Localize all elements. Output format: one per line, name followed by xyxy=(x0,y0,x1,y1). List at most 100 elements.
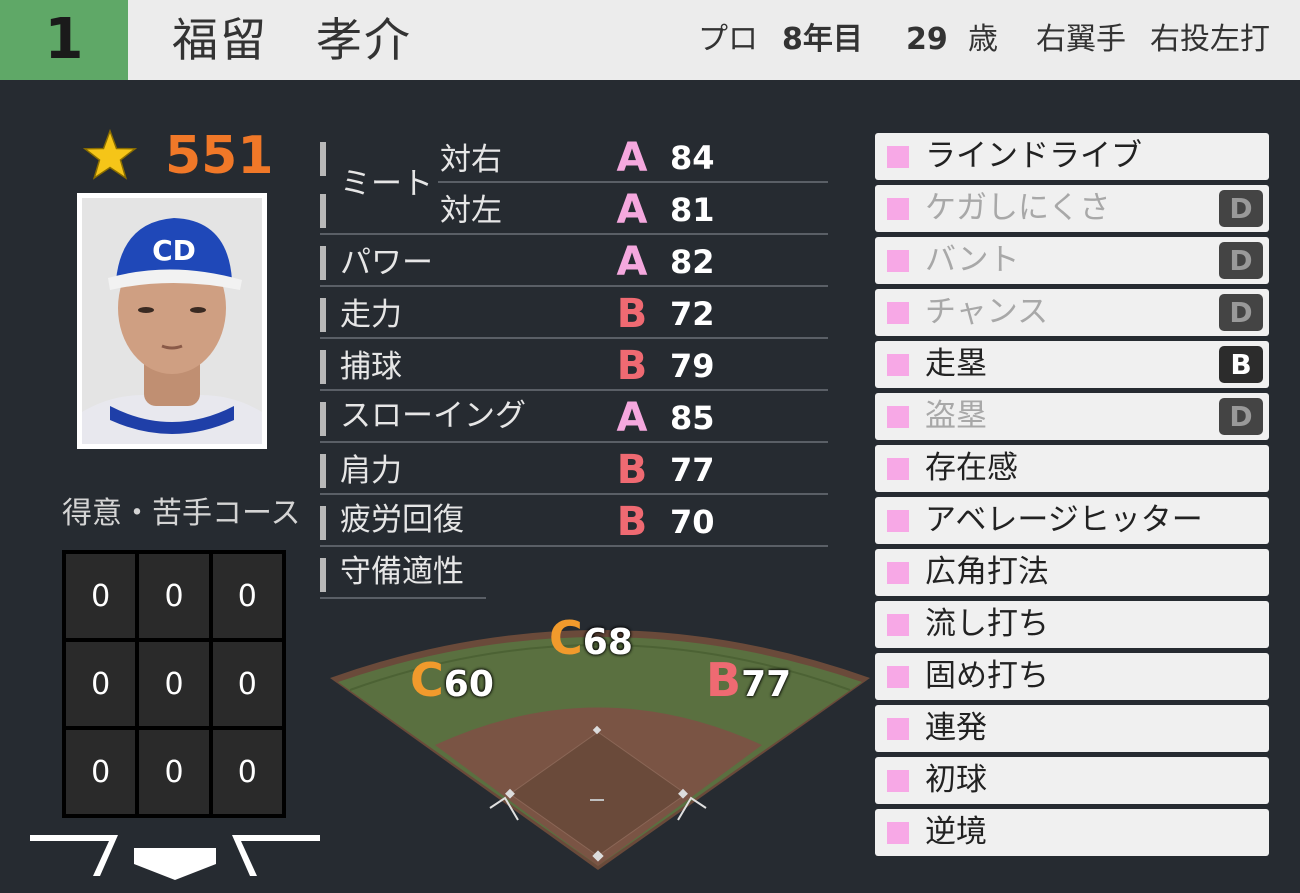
ability-item[interactable]: バント D xyxy=(875,237,1269,284)
ability-name: 走塁 xyxy=(925,346,987,382)
ability-name: 逆境 xyxy=(925,814,987,850)
recovery-label: 疲労回復 xyxy=(340,502,464,538)
stat-marker xyxy=(320,454,326,488)
stat-marker xyxy=(320,558,326,592)
stat-marker xyxy=(320,194,326,228)
pro-years: 8年目 xyxy=(782,22,863,57)
course-cell: 0 xyxy=(139,554,209,638)
course-cell: 0 xyxy=(66,730,136,814)
meet-left-label: 対左 xyxy=(440,193,502,229)
ability-marker-icon xyxy=(887,770,909,792)
throwing-value: 85 xyxy=(670,399,715,437)
left-field-rank: C xyxy=(410,653,444,707)
stat-marker xyxy=(320,246,326,280)
throwing-rank: A xyxy=(616,395,648,441)
stat-marker xyxy=(320,402,326,436)
ability-item[interactable]: 固め打ち xyxy=(875,653,1269,700)
ability-name: 流し打ち xyxy=(925,606,1049,642)
ability-marker-icon xyxy=(887,198,909,220)
ability-item[interactable]: ラインドライブ xyxy=(875,133,1269,180)
player-portrait: CD xyxy=(77,193,267,449)
speed-value: 72 xyxy=(670,295,715,333)
center-field-rank: C xyxy=(549,611,583,665)
star-icon xyxy=(82,128,138,180)
ability-marker-icon xyxy=(887,510,909,532)
stat-marker xyxy=(320,142,326,176)
svg-text:CD: CD xyxy=(152,234,196,267)
speed-label: 走力 xyxy=(340,297,402,333)
player-age: 29 xyxy=(906,22,948,57)
ability-name: ラインドライブ xyxy=(925,138,1142,174)
left-field-rating: C60 xyxy=(410,655,494,716)
ability-item[interactable]: 存在感 xyxy=(875,445,1269,492)
catching-label: 捕球 xyxy=(340,349,402,385)
ability-name: 初球 xyxy=(925,762,987,798)
ability-name: バント xyxy=(925,242,1020,278)
ability-item[interactable]: チャンス D xyxy=(875,289,1269,336)
course-cell: 0 xyxy=(139,642,209,726)
ability-name: 盗塁 xyxy=(925,398,987,434)
stat-divider xyxy=(320,233,828,235)
ability-marker-icon xyxy=(887,406,909,428)
center-field-value: 68 xyxy=(582,622,633,663)
ability-item[interactable]: 初球 xyxy=(875,757,1269,804)
stat-divider xyxy=(320,337,828,339)
ability-item[interactable]: 流し打ち xyxy=(875,601,1269,648)
ability-item[interactable]: アベレージヒッター xyxy=(875,497,1269,544)
course-cell: 0 xyxy=(66,554,136,638)
power-label: パワー xyxy=(340,245,433,281)
ability-grade: D xyxy=(1219,242,1263,279)
right-field-rank: B xyxy=(706,653,742,707)
stat-divider xyxy=(320,597,486,599)
ability-item[interactable]: 連発 xyxy=(875,705,1269,752)
right-field-rating: B77 xyxy=(706,655,791,716)
ability-marker-icon xyxy=(887,302,909,324)
arm-rank: B xyxy=(616,447,648,493)
meet-right-rank: A xyxy=(616,135,648,181)
power-rank: A xyxy=(616,239,648,285)
ability-grade: B xyxy=(1219,346,1263,383)
ability-name: 固め打ち xyxy=(925,658,1049,694)
ability-marker-icon xyxy=(887,666,909,688)
ability-item[interactable]: 広角打法 xyxy=(875,549,1269,596)
course-cell: 0 xyxy=(66,642,136,726)
meet-right-label: 対右 xyxy=(440,142,502,178)
right-field-value: 77 xyxy=(741,664,792,705)
ability-name: 連発 xyxy=(925,710,987,746)
ability-item[interactable]: 走塁 B xyxy=(875,341,1269,388)
player-name: 福留 孝介 xyxy=(172,13,412,67)
arm-value: 77 xyxy=(670,451,715,489)
meet-label: ミート xyxy=(340,166,433,202)
course-cell: 0 xyxy=(212,730,282,814)
player-number-badge: 1 xyxy=(0,0,128,80)
ability-name: 存在感 xyxy=(925,450,1018,486)
defense-label: 守備適性 xyxy=(340,554,464,590)
ability-name: チャンス xyxy=(925,294,1049,330)
stat-divider xyxy=(320,493,828,495)
ability-name: アベレージヒッター xyxy=(925,502,1203,538)
speed-rank: B xyxy=(616,291,648,337)
ability-marker-icon xyxy=(887,458,909,480)
ability-marker-icon xyxy=(887,562,909,584)
meet-left-rank: A xyxy=(616,187,648,233)
stat-divider xyxy=(320,545,828,547)
ability-item[interactable]: 盗塁 D xyxy=(875,393,1269,440)
stat-divider xyxy=(320,285,828,287)
player-handedness: 右投左打 xyxy=(1150,22,1270,57)
ability-grade: D xyxy=(1219,398,1263,435)
course-label: 得意・苦手コース xyxy=(62,496,301,531)
ability-name: 広角打法 xyxy=(925,554,1049,590)
course-cell: 0 xyxy=(212,554,282,638)
ability-item[interactable]: ケガしにくさ D xyxy=(875,185,1269,232)
ability-marker-icon xyxy=(887,146,909,168)
throwing-label: スローイング xyxy=(340,398,526,434)
course-cell: 0 xyxy=(139,730,209,814)
ability-marker-icon xyxy=(887,614,909,636)
catching-rank: B xyxy=(616,343,648,389)
home-plate-icon xyxy=(30,835,320,880)
ability-item[interactable]: 逆境 xyxy=(875,809,1269,856)
ability-marker-icon xyxy=(887,718,909,740)
recovery-value: 70 xyxy=(670,503,715,541)
player-position: 右翼手 xyxy=(1036,22,1126,57)
power-value: 82 xyxy=(670,243,715,281)
